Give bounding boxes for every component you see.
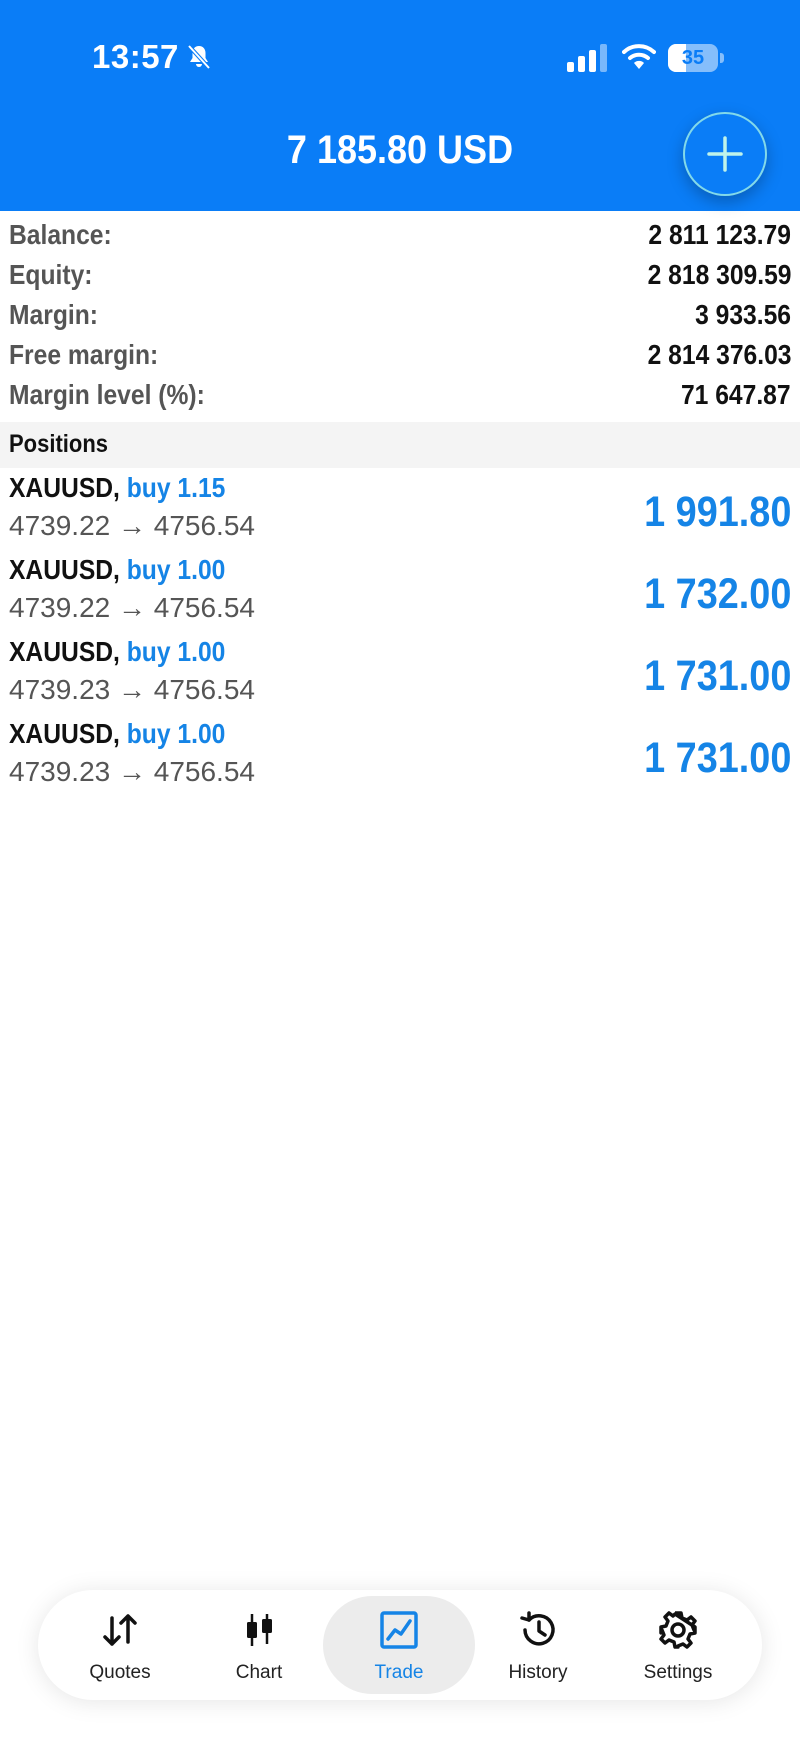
top-header: 13:57 35 7 185.80 USD xyxy=(0,0,800,211)
equity-label: Equity: xyxy=(9,259,93,290)
position-symbol: XAUUSD, xyxy=(9,554,120,585)
quotes-arrows-icon xyxy=(103,1614,137,1646)
position-prices: 4739.23 → 4756.54 xyxy=(9,674,255,705)
gear-icon xyxy=(659,1611,697,1649)
equity-value: 2 818 309.59 xyxy=(647,259,791,290)
battery-indicator: 35 xyxy=(668,44,726,72)
position-row[interactable]: XAUUSD, buy 1.00 4739.22 → 4756.54 1 732… xyxy=(0,552,800,634)
position-prices: 4739.22 → 4756.54 xyxy=(9,510,255,541)
margin-level-value: 71 647.87 xyxy=(681,379,791,410)
position-profit: 1 731.00 xyxy=(643,652,791,700)
bottom-tab-bar: Quotes Chart Trade History Settings xyxy=(38,1590,762,1700)
position-side: buy 1.15 xyxy=(126,472,226,503)
balance-value: 2 811 123.79 xyxy=(648,219,791,250)
tab-trade-label: Trade xyxy=(374,1662,424,1683)
position-symbol: XAUUSD, xyxy=(9,472,120,503)
tab-chart[interactable]: Chart xyxy=(183,1596,335,1694)
positions-title: Positions xyxy=(9,430,109,458)
margin-level-label: Margin level (%): xyxy=(9,379,205,410)
plus-icon xyxy=(707,136,743,172)
margin-value: 3 933.56 xyxy=(695,299,791,330)
position-side: buy 1.00 xyxy=(126,554,226,585)
candlestick-chart-icon xyxy=(247,1614,272,1646)
position-row[interactable]: XAUUSD, buy 1.00 4739.23 → 4756.54 1 731… xyxy=(0,716,800,798)
free-margin-value: 2 814 376.03 xyxy=(647,339,791,370)
trade-chart-icon xyxy=(380,1611,418,1649)
position-side: buy 1.00 xyxy=(126,718,226,749)
tab-quotes-label: Quotes xyxy=(89,1662,151,1683)
new-order-button[interactable] xyxy=(683,112,767,196)
margin-level-row: Margin level (%): 71 647.87 xyxy=(0,379,800,419)
free-margin-row: Free margin: 2 814 376.03 xyxy=(0,339,800,379)
account-summary: Balance: 2 811 123.79 Equity: 2 818 309.… xyxy=(0,211,800,422)
account-equity-title: 7 185.80 USD xyxy=(286,128,514,172)
wifi-icon xyxy=(622,44,656,69)
free-margin-label: Free margin: xyxy=(9,339,159,370)
tab-settings[interactable]: Settings xyxy=(602,1596,754,1694)
equity-row: Equity: 2 818 309.59 xyxy=(0,259,800,299)
tab-settings-label: Settings xyxy=(643,1662,713,1683)
battery-percent: 35 xyxy=(681,47,705,69)
balance-label: Balance: xyxy=(9,219,112,250)
position-side: buy 1.00 xyxy=(126,636,226,667)
cellular-signal-icon xyxy=(567,44,607,72)
history-clock-icon xyxy=(520,1611,555,1646)
margin-row: Margin: 3 933.56 xyxy=(0,299,800,339)
position-profit: 1 731.00 xyxy=(643,734,791,782)
tab-history-label: History xyxy=(508,1662,568,1683)
position-row[interactable]: XAUUSD, buy 1.00 4739.23 → 4756.54 1 731… xyxy=(0,634,800,716)
balance-row: Balance: 2 811 123.79 xyxy=(0,219,800,259)
position-prices: 4739.23 → 4756.54 xyxy=(9,756,255,787)
tab-chart-label: Chart xyxy=(235,1662,283,1683)
bell-muted-icon xyxy=(187,44,211,70)
margin-label: Margin: xyxy=(9,299,98,330)
tab-quotes[interactable]: Quotes xyxy=(44,1596,196,1694)
position-prices: 4739.22 → 4756.54 xyxy=(9,592,255,623)
position-symbol: XAUUSD, xyxy=(9,636,120,667)
position-row[interactable]: XAUUSD, buy 1.15 4739.22 → 4756.54 1 991… xyxy=(0,470,800,552)
status-time: 13:57 xyxy=(92,38,179,75)
tab-history[interactable]: History xyxy=(462,1596,614,1694)
position-profit: 1 991.80 xyxy=(643,488,791,536)
positions-header: Positions xyxy=(0,422,800,468)
position-profit: 1 732.00 xyxy=(643,570,791,618)
tab-trade[interactable]: Trade xyxy=(323,1596,475,1694)
position-symbol: XAUUSD, xyxy=(9,718,120,749)
